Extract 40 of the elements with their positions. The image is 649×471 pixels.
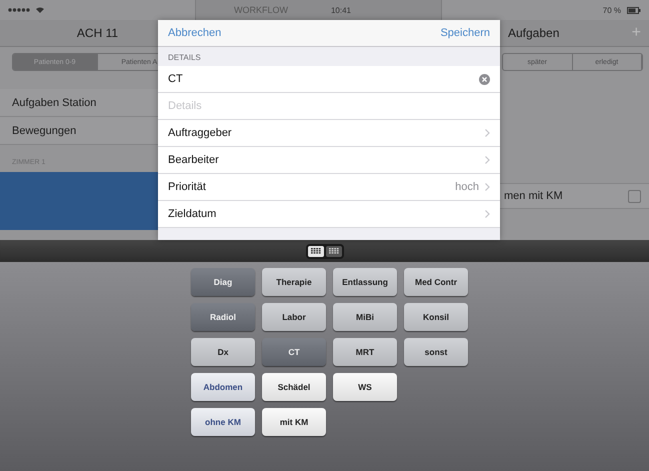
battery-percentage: 70 % bbox=[602, 6, 621, 14]
shortcut-key[interactable]: Entlassung bbox=[333, 268, 397, 296]
navigation-title: Aufgaben bbox=[508, 26, 560, 40]
title-field[interactable]: CT bbox=[158, 66, 500, 93]
clock: 10:41 bbox=[330, 6, 351, 14]
chevron-icon bbox=[485, 129, 490, 137]
detail-row-value: hoch bbox=[455, 181, 479, 193]
chevron-icon bbox=[485, 183, 490, 191]
shortcut-key[interactable]: CT bbox=[262, 338, 326, 366]
shortcut-key[interactable]: MRT bbox=[333, 338, 397, 366]
signal-icon bbox=[8, 8, 30, 12]
chevron-icon bbox=[485, 156, 490, 164]
save-button[interactable]: Speichern bbox=[440, 27, 490, 39]
shortcut-key[interactable]: mit KM bbox=[262, 408, 326, 436]
shortcut-key[interactable]: WS bbox=[333, 373, 397, 401]
shortcut-key[interactable]: Radiol bbox=[191, 303, 255, 331]
cancel-button[interactable]: Abbrechen bbox=[168, 27, 222, 39]
shortcut-key[interactable]: Labor bbox=[262, 303, 326, 331]
shortcut-key[interactable]: Abdomen bbox=[191, 373, 255, 401]
navigation-title: ACH 11 bbox=[76, 26, 118, 40]
shortcut-key[interactable]: Diag bbox=[191, 268, 255, 296]
shortcut-key[interactable]: Dx bbox=[191, 338, 255, 366]
shortcut-key[interactable]: Med Contr bbox=[404, 268, 468, 296]
title-field[interactable]: CT bbox=[168, 73, 479, 85]
battery-icon bbox=[627, 6, 641, 14]
shortcut-key[interactable]: Schädel bbox=[262, 373, 326, 401]
grid-icon[interactable] bbox=[308, 246, 324, 256]
details-field[interactable]: Details bbox=[158, 93, 500, 120]
panel-title: WORKFLOW bbox=[234, 5, 288, 15]
wifi-icon bbox=[36, 7, 44, 13]
chevron-icon bbox=[485, 210, 490, 218]
checkbox[interactable] bbox=[628, 190, 641, 202]
shortcut-key[interactable]: sonst bbox=[404, 338, 468, 366]
shortcut-key[interactable]: Konsil bbox=[404, 303, 468, 331]
shortcut-key[interactable]: MiBi bbox=[333, 303, 397, 331]
task-label: men mit KM bbox=[504, 190, 563, 202]
detail-row-label[interactable]: Priorität bbox=[168, 181, 456, 193]
shortcut-key[interactable]: ohne KM bbox=[191, 408, 255, 436]
clear-icon[interactable] bbox=[479, 74, 490, 84]
shortcut-key[interactable]: Therapie bbox=[262, 268, 326, 296]
